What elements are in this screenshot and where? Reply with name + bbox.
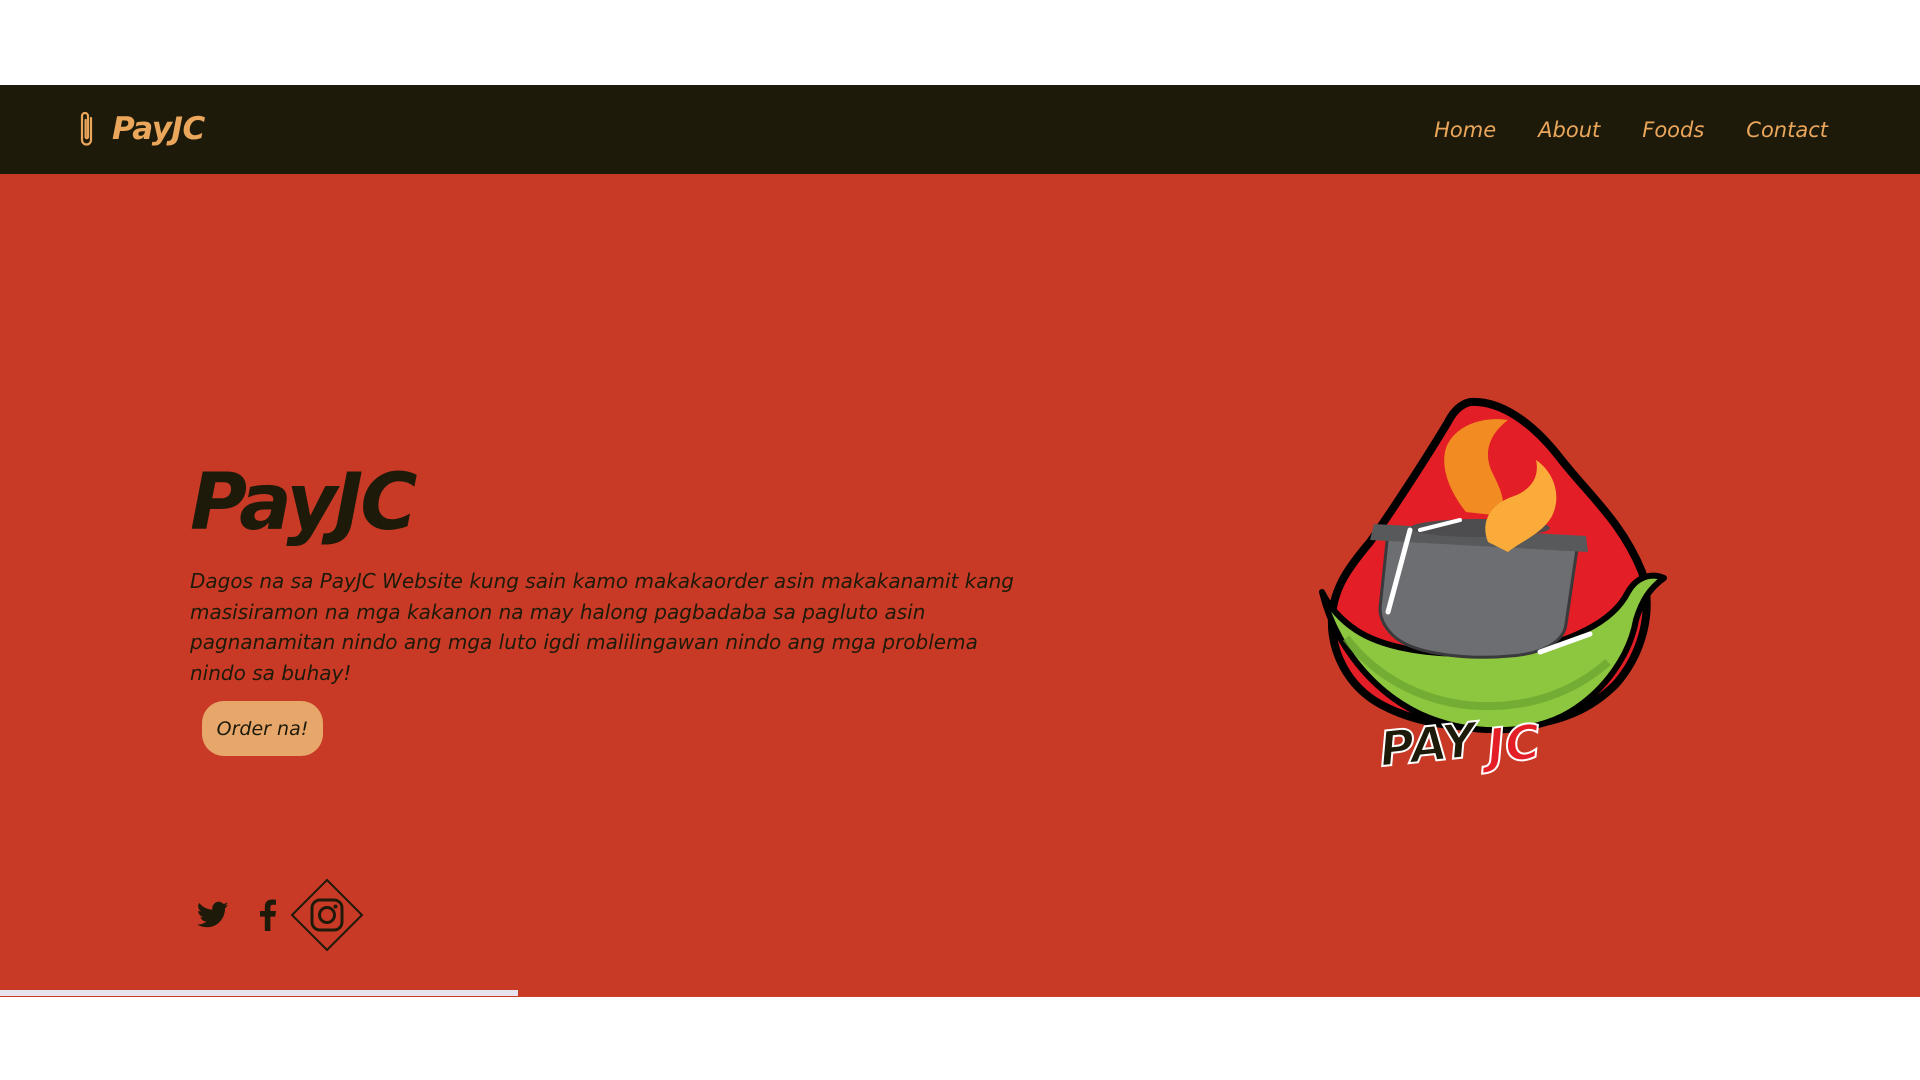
nav-contact[interactable]: Contact <box>1746 118 1828 142</box>
paperclip-icon <box>76 108 98 150</box>
nav-about[interactable]: About <box>1538 118 1600 142</box>
order-button[interactable]: Order na! <box>202 701 323 756</box>
facebook-icon[interactable] <box>258 898 278 932</box>
scroll-progress-bar <box>0 990 518 996</box>
twitter-icon[interactable] <box>196 900 230 930</box>
logo-text-jc: JC <box>1476 714 1543 776</box>
hero-description: Dagos na sa PayJC Website kung sain kamo… <box>190 569 1014 685</box>
nav-links: Home About Foods Contact <box>1434 85 1828 174</box>
brand-link[interactable]: PayJC <box>76 103 205 155</box>
page: PayJC Home About Foods Contact PayJC Dag… <box>0 0 1920 1080</box>
brand-name: PayJC <box>112 111 205 147</box>
nav-foods[interactable]: Foods <box>1642 118 1704 142</box>
hero-title: PayJC <box>190 458 418 548</box>
hero-section: PayJC Dagos na sa PayJC Website kung sai… <box>0 174 1920 997</box>
payjc-logo: PAY JC <box>1270 392 1670 792</box>
instagram-icon[interactable] <box>290 878 364 952</box>
navbar: PayJC Home About Foods Contact <box>0 85 1920 174</box>
logo-text-pay: PAY <box>1377 712 1484 778</box>
nav-home[interactable]: Home <box>1434 118 1496 142</box>
